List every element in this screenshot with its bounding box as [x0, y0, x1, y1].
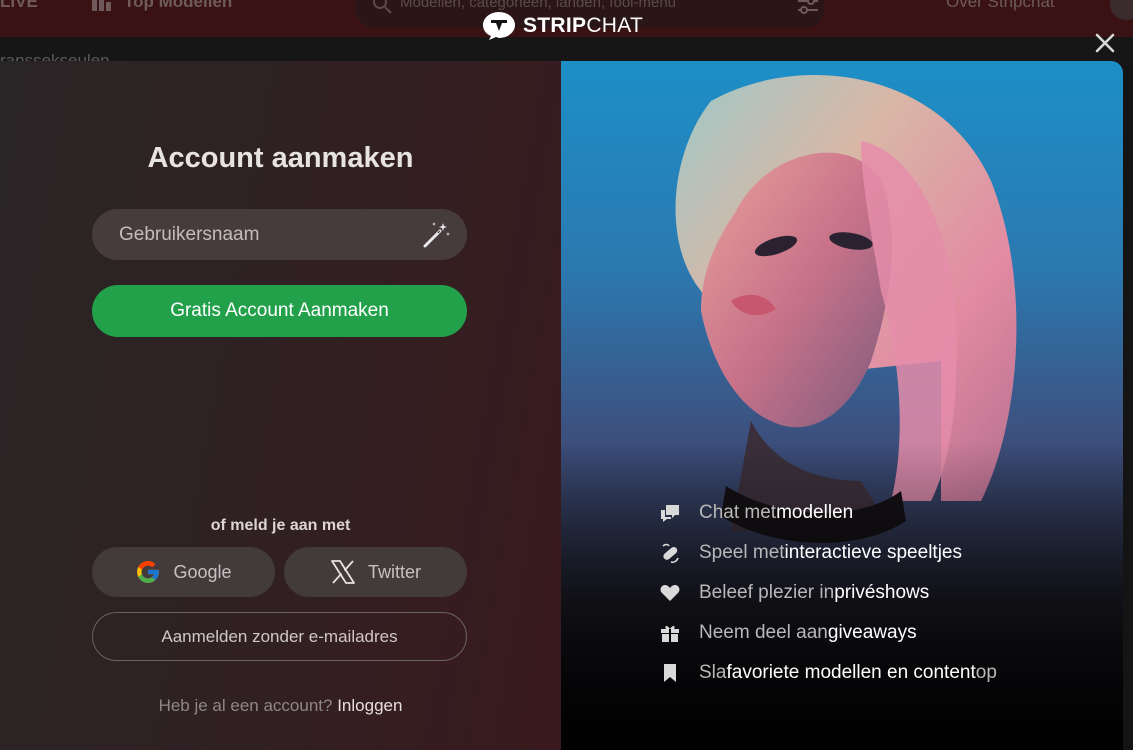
twitter-label: Twitter — [367, 561, 421, 582]
close-icon[interactable] — [1092, 30, 1118, 56]
chat-bubbles-icon — [657, 502, 683, 524]
google-signin-button[interactable]: Google — [92, 547, 275, 597]
feature-item: Neem deel aan giveaways — [657, 613, 997, 653]
login-link[interactable]: Inloggen — [337, 696, 402, 715]
modal-title: Account aanmaken — [147, 142, 414, 174]
x-twitter-icon — [331, 560, 355, 584]
login-prompt: Heb je al een account? — [158, 696, 333, 715]
logo-text: STRIPCHAT — [523, 14, 644, 37]
toy-icon — [657, 542, 683, 564]
filter-icon — [798, 0, 818, 14]
nav-about: Over Stripchat — [946, 0, 1055, 11]
promo-image-panel: Chat met modellen Speel met interactieve… — [561, 61, 1123, 750]
nav-live: LIVE — [0, 0, 38, 11]
twitter-signin-button[interactable]: Twitter — [284, 547, 467, 597]
feature-item: Beleef plezier in privéshows — [657, 573, 997, 613]
bookmark-icon — [657, 662, 683, 684]
feature-item: Chat met modellen — [657, 493, 997, 533]
stripchat-logo: STRIPCHAT — [482, 10, 643, 42]
alt-signin-label: of meld je aan met — [210, 517, 351, 534]
nav-top-models: Top Modellen — [92, 0, 232, 12]
signup-form-panel: Account aanmaken Gratis Account Aanmaken… — [0, 61, 561, 750]
username-field — [92, 209, 467, 260]
magic-wand-icon[interactable] — [421, 220, 451, 250]
signup-without-email-button[interactable]: Aanmelden zonder e-mailadres — [92, 612, 467, 661]
create-free-account-button[interactable]: Gratis Account Aanmaken — [92, 285, 467, 337]
top-models-icon — [92, 0, 111, 11]
feature-item: Speel met interactieve speeltjes — [657, 533, 997, 573]
google-label: Google — [173, 561, 232, 582]
signup-modal: Account aanmaken Gratis Account Aanmaken… — [0, 61, 1123, 750]
gift-icon — [657, 622, 683, 644]
heart-icon — [657, 582, 683, 604]
stripchat-logo-icon — [483, 12, 515, 40]
nav-top-models-label: Top Modellen — [124, 0, 233, 11]
search-icon — [373, 0, 392, 14]
google-icon — [137, 561, 160, 583]
login-line: Heb je al een account? Inloggen — [0, 696, 561, 716]
feature-item: Sla favoriete modellen en content op — [657, 653, 997, 693]
feature-list: Chat met modellen Speel met interactieve… — [657, 493, 997, 693]
username-input[interactable] — [92, 209, 467, 260]
